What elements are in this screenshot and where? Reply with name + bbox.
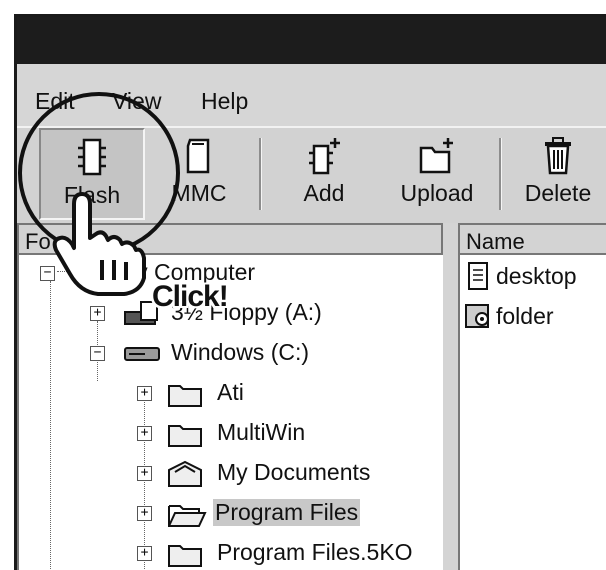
delete-label: Delete [524,180,592,206]
file-item-folder[interactable]: folder [460,299,606,335]
tree-item-label: Program Files.5KO [217,539,413,565]
file-item-label: desktop [496,263,577,289]
tree-item-label: My Documents [217,459,371,485]
title-bar[interactable] [17,17,606,64]
name-column-header[interactable]: Name [460,225,606,255]
tree-item-my-documents[interactable]: + My Documents [19,455,443,491]
click-callout: Click! [152,280,229,313]
folder-icon [167,420,205,454]
tree-item-label: MultiWin [217,419,306,445]
hard-drive-icon [123,340,163,372]
tree-item-multiwin[interactable]: + MultiWin [19,415,443,451]
upload-folder-icon [389,136,485,176]
menu-help[interactable]: Help [201,88,248,115]
expand-toggle[interactable]: + [90,306,105,321]
folder-icon [167,380,205,414]
open-folder-icon [167,500,207,534]
file-list-pane[interactable]: Name desktop folder [458,223,606,570]
upload-button[interactable]: Upload [389,128,485,220]
expand-toggle[interactable]: + [137,506,152,521]
collapse-toggle[interactable]: − [90,346,105,361]
file-item-label: folder [496,303,554,329]
tree-item-label: Ati [217,379,244,405]
expand-toggle[interactable]: + [137,466,152,481]
delete-button[interactable]: Delete [512,128,604,220]
documents-folder-icon [167,460,205,494]
tree-item-label: Windows (C:) [171,339,310,365]
folder-icon [167,540,205,570]
tree-item-ati[interactable]: + Ati [19,375,443,411]
tree-item-program-files[interactable]: + Program Files [19,495,443,531]
toolbar-separator [259,138,262,210]
tree-item-label: Program Files [213,499,361,526]
expand-toggle[interactable]: + [137,386,152,401]
add-button[interactable]: Add [279,128,369,220]
expand-toggle[interactable]: + [137,426,152,441]
trash-icon [512,136,604,176]
settings-file-icon [464,301,494,337]
toolbar-separator [499,138,502,210]
file-item-desktop[interactable]: desktop [460,259,606,295]
text-file-icon [466,261,490,297]
tree-item-windows-c[interactable]: − Windows (C:) [19,335,443,371]
pointing-hand-icon [40,188,170,303]
expand-toggle[interactable]: + [137,546,152,561]
add-chip-icon [279,136,369,176]
add-label: Add [303,180,345,206]
upload-label: Upload [400,180,474,206]
tree-item-program-files-5ko[interactable]: + Program Files.5KO [19,535,443,570]
